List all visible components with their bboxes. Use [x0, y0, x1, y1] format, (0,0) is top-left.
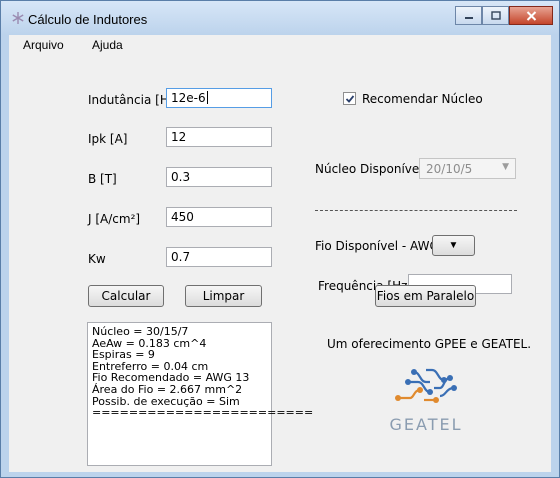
ipk-label: Ipk [A]: [88, 132, 128, 146]
kw-field[interactable]: 0.7: [166, 247, 272, 267]
sponsor-text: Um oferecimento GPEE e GEATEL.: [327, 337, 532, 351]
close-icon: [526, 10, 536, 21]
menu-ajuda[interactable]: Ajuda: [92, 38, 123, 52]
ipk-field[interactable]: 12: [166, 127, 272, 147]
title-bar[interactable]: Cálculo de Indutores: [1, 1, 559, 35]
client-area: Arquivo Ajuda Indutância [H] 12e-6 Ipk […: [9, 35, 551, 472]
kw-label: Kw: [88, 252, 106, 266]
logo-text: GEATEL: [389, 415, 462, 434]
available-core-select[interactable]: 20/10/5 ▼: [419, 158, 516, 179]
menu-arquivo[interactable]: Arquivo: [23, 38, 64, 52]
inductance-label: Indutância [H]: [88, 93, 174, 107]
minimize-button[interactable]: [455, 6, 482, 25]
j-label: J [A/cm²]: [88, 212, 141, 226]
recommend-core-checkbox[interactable]: [343, 92, 356, 105]
result-line: Núcleo = 30/15/7: [92, 325, 189, 338]
checkmark-icon: [345, 94, 354, 103]
awg-select[interactable]: ▼: [432, 235, 475, 256]
maximize-button[interactable]: [482, 6, 509, 25]
calculate-button[interactable]: Calcular: [88, 285, 164, 307]
b-label: B [T]: [88, 172, 117, 186]
parallel-wires-button[interactable]: Fios em Paralelo: [375, 285, 476, 307]
close-button[interactable]: [509, 6, 553, 25]
maximize-icon: [490, 11, 501, 20]
text-caret: [206, 91, 208, 104]
recommend-core-label[interactable]: Recomendar Núcleo: [362, 92, 483, 106]
caption-buttons: [455, 6, 553, 26]
available-wire-label: Fio Disponível - AWG: [315, 239, 439, 253]
snowflake-icon: [12, 12, 24, 24]
inductance-field[interactable]: 12e-6: [166, 88, 272, 108]
available-core-value: 20/10/5: [426, 162, 473, 176]
b-field[interactable]: 0.3: [166, 167, 272, 187]
chevron-down-icon: ▼: [502, 162, 509, 172]
main-window: Cálculo de Indutores Arquivo Ajuda Indut…: [0, 0, 560, 478]
chevron-down-icon: ▼: [448, 240, 459, 251]
window-title: Cálculo de Indutores: [28, 12, 148, 27]
available-core-label: Núcleo Disponível: [315, 162, 423, 176]
clear-button[interactable]: Limpar: [185, 285, 262, 307]
result-line: Área do Fio = 2.667 mm^2: [92, 382, 243, 396]
separator: [315, 210, 517, 211]
menu-bar: Arquivo Ajuda: [9, 35, 551, 57]
geatel-logo: GEATEL: [389, 368, 462, 434]
minimize-icon: [464, 16, 473, 19]
result-line: ========================: [92, 406, 314, 420]
results-textbox[interactable]: Núcleo = 30/15/7 AeAw = 0.183 cm^4 Espir…: [87, 322, 314, 466]
j-field[interactable]: 450: [166, 207, 272, 227]
inductance-value: 12e-6: [171, 91, 206, 105]
